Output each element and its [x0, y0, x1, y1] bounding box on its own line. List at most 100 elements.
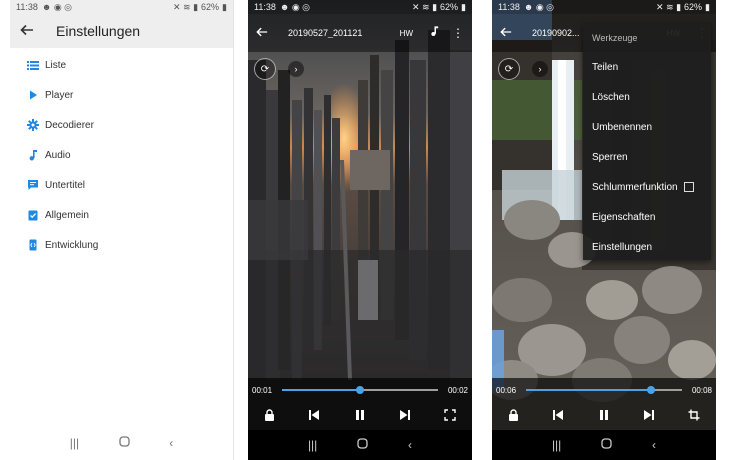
notification-icons: ☻ ◉ ◎ — [523, 1, 555, 12]
clipboard-check-icon — [26, 209, 39, 222]
previous-icon[interactable] — [308, 409, 320, 424]
time-current: 00:01 — [252, 385, 273, 395]
setting-label: Player — [45, 89, 74, 101]
gear-icon — [26, 119, 39, 132]
menu-item-sperren[interactable]: Sperren — [583, 142, 711, 172]
status-time: 11:38 — [498, 2, 520, 12]
pause-icon[interactable] — [354, 409, 366, 424]
time-total: 00:02 — [447, 385, 468, 395]
back-arrow-icon[interactable] — [20, 23, 36, 39]
status-bar: 11:38 ☻ ◉ ◎ ✕ ≋ ▮ 62% ▮ — [492, 0, 716, 14]
next-arrow-icon[interactable]: › — [288, 61, 304, 77]
seek-bar[interactable]: 00:06 00:08 — [492, 384, 716, 396]
recent-apps-icon[interactable]: ||| — [552, 438, 561, 452]
status-time: 11:38 — [254, 2, 276, 12]
battery-icon: ▮ — [461, 1, 466, 12]
seek-thumb[interactable] — [646, 386, 655, 394]
seek-progress — [526, 389, 651, 391]
developer-icon — [26, 239, 39, 252]
menu-item-eigenschaften[interactable]: Eigenschaften — [583, 202, 711, 232]
setting-item-audio[interactable]: Audio — [10, 140, 233, 170]
music-note-icon — [26, 149, 39, 162]
setting-item-decodierer[interactable]: Decodierer — [10, 110, 233, 140]
menu-item-einstellungen[interactable]: Einstellungen — [583, 232, 711, 262]
signal-icons: ✕ ≋ ▮ — [172, 1, 199, 12]
rotate-screen-icon[interactable]: ⟳ — [254, 58, 276, 80]
pause-icon[interactable] — [598, 409, 610, 424]
player-toolbar: 20190527_201121 HW ⋮ — [248, 14, 472, 52]
play-icon — [26, 89, 39, 102]
home-icon[interactable] — [601, 438, 612, 452]
battery-icon: ▮ — [705, 1, 710, 12]
navigation-bar: ||| ‹ — [10, 426, 233, 460]
lock-icon[interactable] — [264, 409, 275, 424]
menu-header: Werkzeuge — [592, 33, 638, 43]
recent-apps-icon[interactable]: ||| — [308, 438, 317, 452]
setting-label: Decodierer — [45, 119, 94, 131]
setting-label: Audio — [45, 149, 71, 161]
next-icon[interactable] — [643, 409, 655, 424]
signal-icons: ✕ ≋ ▮ — [411, 1, 438, 12]
status-bar: 11:38 ☻ ◉ ◎ ✕ ≋ ▮ 62% ▮ — [248, 0, 472, 14]
setting-label: Allgemein — [45, 209, 89, 221]
battery-level: 62% — [440, 2, 459, 12]
subtitle-icon — [26, 179, 39, 192]
rotate-screen-icon[interactable]: ⟳ — [498, 58, 520, 80]
navigation-bar: ||| ‹ — [492, 430, 716, 460]
video-title: 20190527_201121 — [288, 28, 363, 38]
seek-track[interactable] — [282, 386, 438, 394]
home-icon[interactable] — [119, 436, 130, 450]
setting-label: Entwicklung — [45, 239, 99, 251]
back-nav-icon[interactable]: ‹ — [408, 438, 412, 452]
setting-item-liste[interactable]: Liste — [10, 50, 233, 80]
settings-list: Liste Player Decodierer Audio Untertitel — [10, 48, 233, 260]
list-icon — [26, 59, 39, 72]
setting-label: Untertitel — [45, 179, 86, 191]
back-arrow-icon[interactable] — [256, 25, 274, 41]
back-nav-icon[interactable]: ‹ — [652, 438, 656, 452]
back-arrow-icon[interactable] — [500, 25, 518, 41]
next-icon[interactable] — [399, 409, 411, 424]
playback-controls: 00:06 00:08 — [492, 378, 716, 430]
page-title: Einstellungen — [56, 23, 141, 39]
battery-icon: ▮ — [222, 1, 227, 12]
playback-controls: 00:01 00:02 — [248, 378, 472, 430]
lock-icon[interactable] — [508, 409, 519, 424]
menu-item-teilen[interactable]: Teilen — [583, 52, 711, 82]
menu-item-umbenennen[interactable]: Umbenennen — [583, 112, 711, 142]
music-note-icon[interactable] — [429, 24, 440, 42]
setting-item-allgemein[interactable]: Allgemein — [10, 200, 233, 230]
seek-progress — [282, 389, 360, 391]
setting-item-player[interactable]: Player — [10, 80, 233, 110]
notification-icons: ☻ ◉ ◎ — [279, 1, 311, 12]
recent-apps-icon[interactable]: ||| — [70, 436, 79, 450]
player-screen-city: 11:38 ☻ ◉ ◎ ✕ ≋ ▮ 62% ▮ 20190527_201121 … — [248, 0, 472, 460]
signal-icons: ✕ ≋ ▮ — [655, 1, 682, 12]
back-nav-icon[interactable]: ‹ — [169, 436, 173, 450]
previous-icon[interactable] — [552, 409, 564, 424]
menu-item-loeschen[interactable]: Löschen — [583, 82, 711, 112]
navigation-bar: ||| ‹ — [248, 430, 472, 460]
home-icon[interactable] — [357, 438, 368, 452]
status-bar: 11:38 ☻ ◉ ◎ ✕ ≋ ▮ 62% ▮ — [10, 0, 233, 14]
next-arrow-icon[interactable]: › — [532, 61, 548, 77]
notification-icons: ☻ ◉ ◎ — [41, 1, 73, 12]
more-options-icon[interactable]: ⋮ — [452, 26, 464, 40]
seek-thumb[interactable] — [356, 386, 364, 394]
sleep-timer-checkbox[interactable] — [683, 182, 694, 192]
setting-item-untertitel[interactable]: Untertitel — [10, 170, 233, 200]
player-screen-waterfall: 11:38 ☻ ◉ ◎ ✕ ≋ ▮ 62% ▮ 20190902... HW ⋮… — [492, 0, 716, 460]
seek-track[interactable] — [526, 386, 682, 394]
setting-label: Liste — [45, 59, 67, 71]
tools-menu: Werkzeuge Teilen Löschen Umbenennen Sper… — [583, 24, 711, 260]
time-current: 00:06 — [496, 385, 517, 395]
crop-icon[interactable] — [688, 409, 700, 424]
seek-bar[interactable]: 00:01 00:02 — [248, 384, 472, 396]
hw-decoder-button[interactable]: HW — [400, 29, 413, 38]
fullscreen-icon[interactable] — [444, 409, 456, 424]
menu-item-schlummerfunktion[interactable]: Schlummerfunktion — [583, 172, 711, 202]
settings-screen: 11:38 ☻ ◉ ◎ ✕ ≋ ▮ 62% ▮ Einstellungen Li… — [10, 0, 234, 460]
setting-item-entwicklung[interactable]: Entwicklung — [10, 230, 233, 260]
app-toolbar: Einstellungen — [10, 14, 233, 48]
menu-item-label: Schlummerfunktion — [592, 181, 678, 193]
